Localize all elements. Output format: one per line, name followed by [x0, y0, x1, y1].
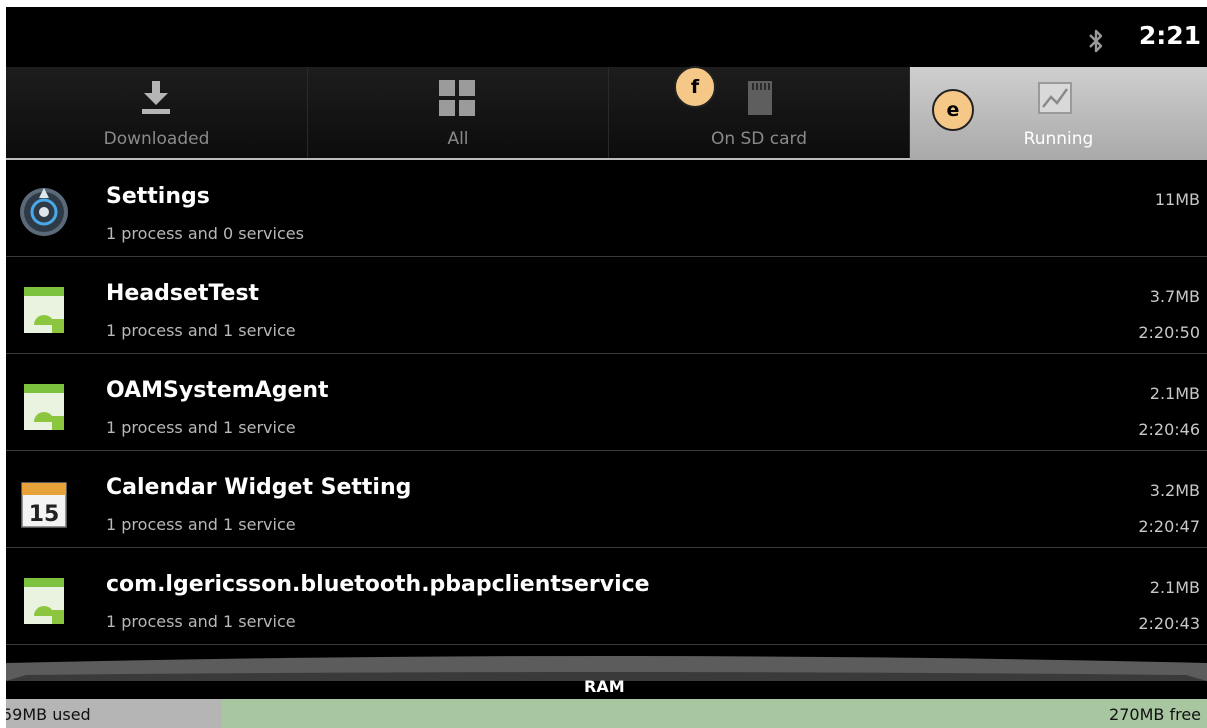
- android-app-icon: [24, 287, 64, 333]
- tab-label: On SD card: [710, 129, 808, 149]
- device-screen: 2:21 Downloaded All On SD card Running f…: [6, 7, 1207, 728]
- android-app-icon: [24, 384, 64, 430]
- tab-all[interactable]: All: [308, 67, 609, 160]
- app-uptime: 2:20:43: [1138, 614, 1200, 633]
- tab-label: All: [447, 129, 469, 149]
- tab-on-sd-card[interactable]: On SD card: [609, 67, 910, 160]
- status-clock: 2:21: [1138, 21, 1201, 50]
- app-memory: 2.1MB: [1149, 578, 1200, 597]
- list-item[interactable]: HeadsetTest 1 process and 1 service 3.7M…: [6, 257, 1207, 354]
- running-icon: [1038, 82, 1072, 114]
- app-memory: 2.1MB: [1149, 384, 1200, 403]
- download-icon: [142, 81, 170, 114]
- app-memory: 11MB: [1154, 190, 1200, 209]
- app-detail: 1 process and 1 service: [106, 321, 296, 340]
- app-name: OAMSystemAgent: [106, 378, 329, 403]
- sd-card-icon: [748, 81, 772, 115]
- app-memory: 3.2MB: [1149, 481, 1200, 500]
- tab-bar: Downloaded All On SD card Running: [6, 67, 1207, 160]
- list-item[interactable]: com.lgericsson.bluetooth.pbapclientservi…: [6, 548, 1207, 645]
- app-detail: 1 process and 1 service: [106, 418, 296, 437]
- annotation-marker-e: e: [932, 89, 974, 131]
- svg-text:15: 15: [29, 502, 60, 527]
- ram-used-text: 59MB used: [6, 705, 91, 724]
- list-item[interactable]: OAMSystemAgent 1 process and 1 service 2…: [6, 354, 1207, 451]
- ram-usage-bar: 59MB used 270MB free: [6, 699, 1207, 728]
- app-detail: 1 process and 1 service: [106, 612, 296, 631]
- android-app-icon: [24, 578, 64, 624]
- tab-label: Downloaded: [103, 129, 210, 149]
- grid-icon: [439, 80, 475, 116]
- app-detail: 1 process and 1 service: [106, 515, 296, 534]
- calendar-icon: 15: [21, 482, 67, 528]
- ram-free-segment: [222, 699, 1207, 728]
- list-item[interactable]: 15 Calendar Widget Setting 1 process and…: [6, 451, 1207, 548]
- app-name: Settings: [106, 184, 210, 209]
- tab-downloaded[interactable]: Downloaded: [6, 67, 308, 160]
- tab-label: Running: [1023, 129, 1094, 149]
- app-memory: 3.7MB: [1149, 287, 1200, 306]
- app-detail: 1 process and 0 services: [106, 224, 304, 243]
- app-name: HeadsetTest: [106, 281, 260, 306]
- status-bar: 2:21: [6, 7, 1207, 67]
- app-uptime: 2:20:47: [1138, 517, 1200, 536]
- app-name: Calendar Widget Setting: [106, 475, 412, 500]
- app-uptime: 2:20:46: [1138, 420, 1200, 439]
- app-name: com.lgericsson.bluetooth.pbapclientservi…: [106, 572, 650, 597]
- settings-icon: [20, 188, 68, 236]
- annotation-marker-f: f: [674, 66, 716, 108]
- list-item[interactable]: Settings 1 process and 0 services 11MB: [6, 160, 1207, 257]
- running-apps-list: Settings 1 process and 0 services 11MB H…: [6, 160, 1207, 645]
- bluetooth-icon: [1089, 29, 1103, 53]
- ram-free-text: 270MB free: [1109, 705, 1201, 724]
- app-uptime: 2:20:50: [1138, 323, 1200, 342]
- ram-label: RAM: [584, 677, 625, 696]
